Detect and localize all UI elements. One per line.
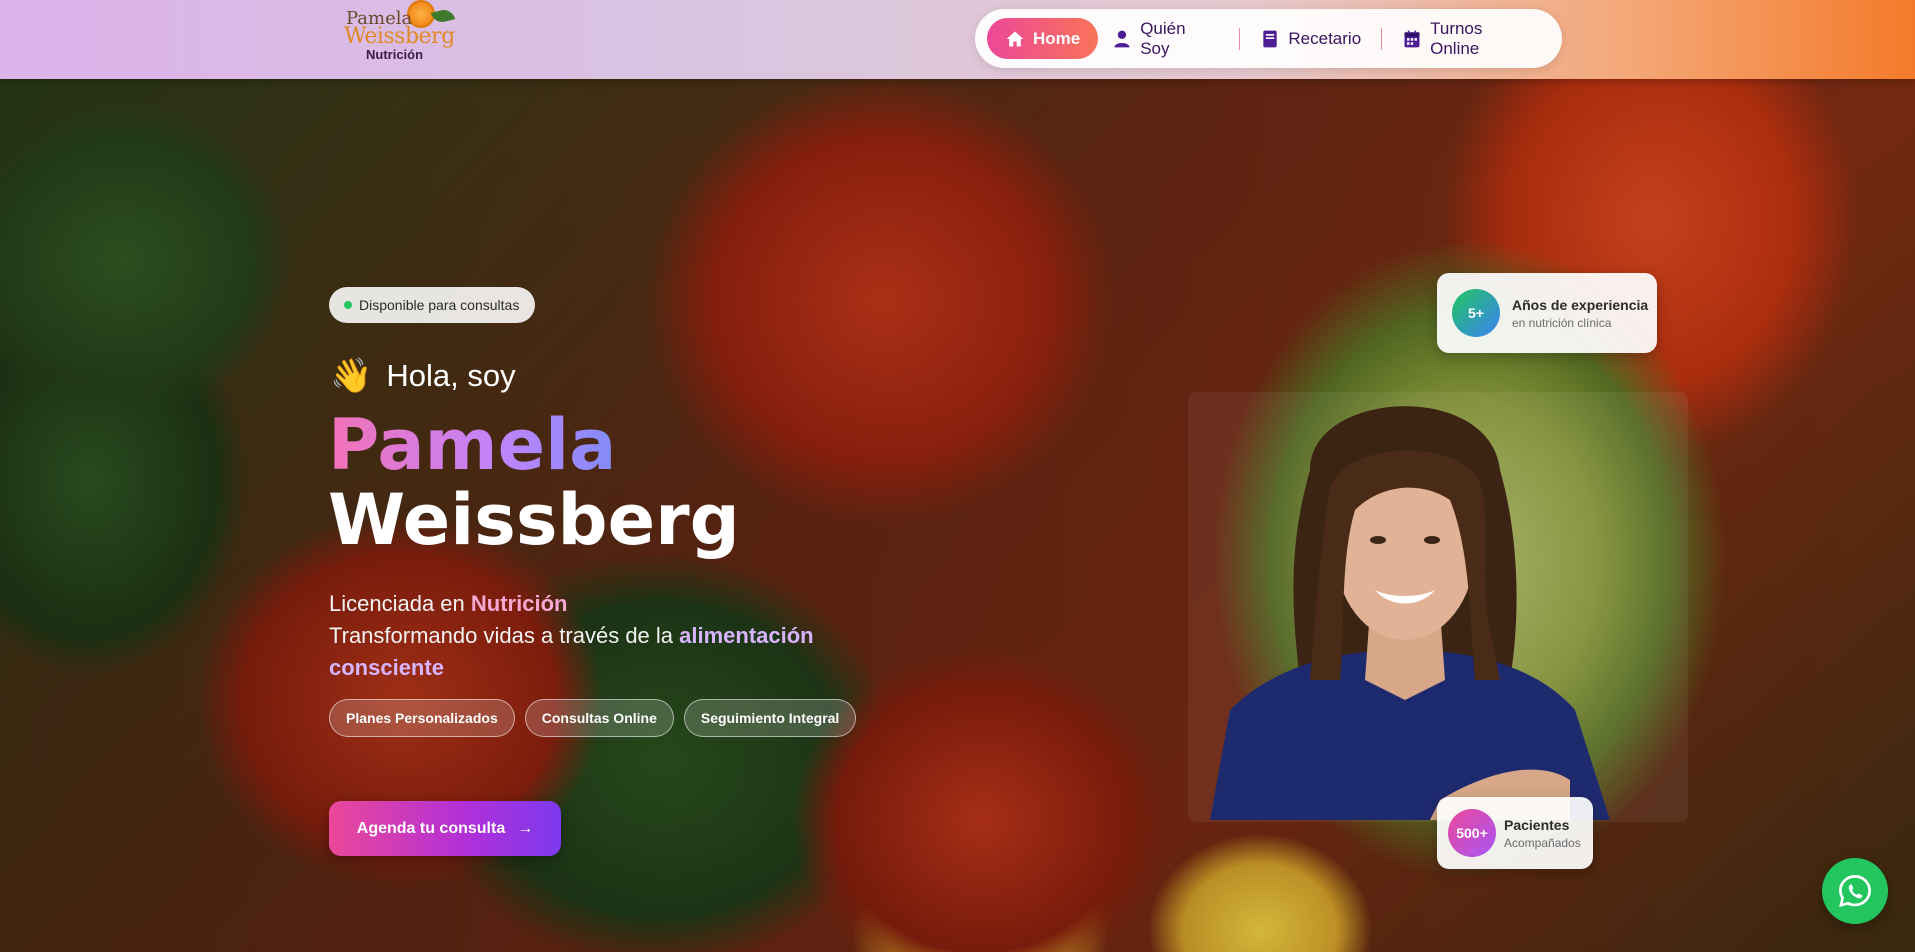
nav-home-label: Home (1033, 28, 1081, 48)
brand-logo[interactable]: Pamela Weissberg Nutrición (344, 0, 459, 66)
greeting: 👋 Hola, soy (330, 356, 516, 396)
experience-value-badge: 5+ (1452, 289, 1500, 337)
logo-last-name: Weissberg (344, 24, 455, 49)
tagline-highlight-nutricion: Nutrición (470, 591, 568, 616)
arrow-right-icon: → (517, 819, 534, 837)
whatsapp-icon (1839, 875, 1871, 907)
book-consultation-button[interactable]: Agenda tu consulta → (329, 801, 561, 856)
availability-badge: Disponible para consultas (329, 287, 536, 323)
user-icon (1114, 30, 1130, 47)
cta-label: Agenda tu consulta (356, 819, 506, 837)
waving-hand-icon: 👋 (330, 356, 373, 396)
experience-subtitle: en nutrición clínica (1512, 315, 1612, 330)
main-nav: Home Quién Soy Recetario Turnos Online (975, 9, 1562, 68)
nav-divider (1239, 27, 1241, 50)
patients-title: Pacientes (1504, 816, 1570, 833)
home-icon (1006, 31, 1024, 46)
status-dot-icon (344, 301, 352, 309)
whatsapp-button[interactable] (1822, 858, 1888, 924)
nav-divider (1381, 27, 1383, 50)
patients-subtitle: Acompañados (1504, 835, 1581, 850)
hero-last-name: Weissberg (328, 479, 740, 561)
nav-home[interactable]: Home (987, 18, 1099, 59)
nav-quien-soy[interactable]: Quién Soy (1098, 18, 1233, 59)
nav-recetario-label: Recetario (1288, 28, 1362, 48)
portrait-photo (1210, 406, 1610, 820)
pill-planes-personalizados: Planes Personalizados (329, 699, 515, 737)
tagline-line1-prefix: Licenciada en (329, 591, 471, 616)
top-navigation-bar: Pamela Weissberg Nutrición Home Quién So… (0, 0, 1915, 79)
logo-subtitle: Nutrición (366, 47, 424, 62)
experience-title: Años de experiencia (1512, 296, 1649, 313)
patients-stat-card: 500+ Pacientes Acompañados (1437, 797, 1593, 869)
tagline-line2-prefix: Transformando vidas a través de la (329, 623, 680, 648)
hero-tagline: Licenciada en Nutrición Transformando vi… (329, 588, 849, 684)
book-icon (1263, 30, 1278, 47)
calendar-icon (1404, 30, 1420, 47)
availability-badge-label: Disponible para consultas (359, 297, 520, 313)
service-pills: Planes Personalizados Consultas Online S… (329, 699, 857, 737)
patients-value-badge: 500+ (1448, 809, 1496, 857)
nav-recetario[interactable]: Recetario (1246, 18, 1375, 59)
pill-seguimiento-integral: Seguimiento Integral (683, 699, 857, 737)
experience-stat-card: 5+ Años de experiencia en nutrición clín… (1437, 273, 1657, 353)
nav-turnos-online-label: Turnos Online (1430, 18, 1483, 58)
hero-first-name: Pamela (328, 404, 617, 486)
nav-turnos-online[interactable]: Turnos Online (1388, 18, 1550, 59)
greeting-text: Hola, soy (386, 358, 516, 393)
nav-quien-soy-label: Quién Soy (1140, 18, 1186, 58)
pill-consultas-online: Consultas Online (524, 699, 674, 737)
